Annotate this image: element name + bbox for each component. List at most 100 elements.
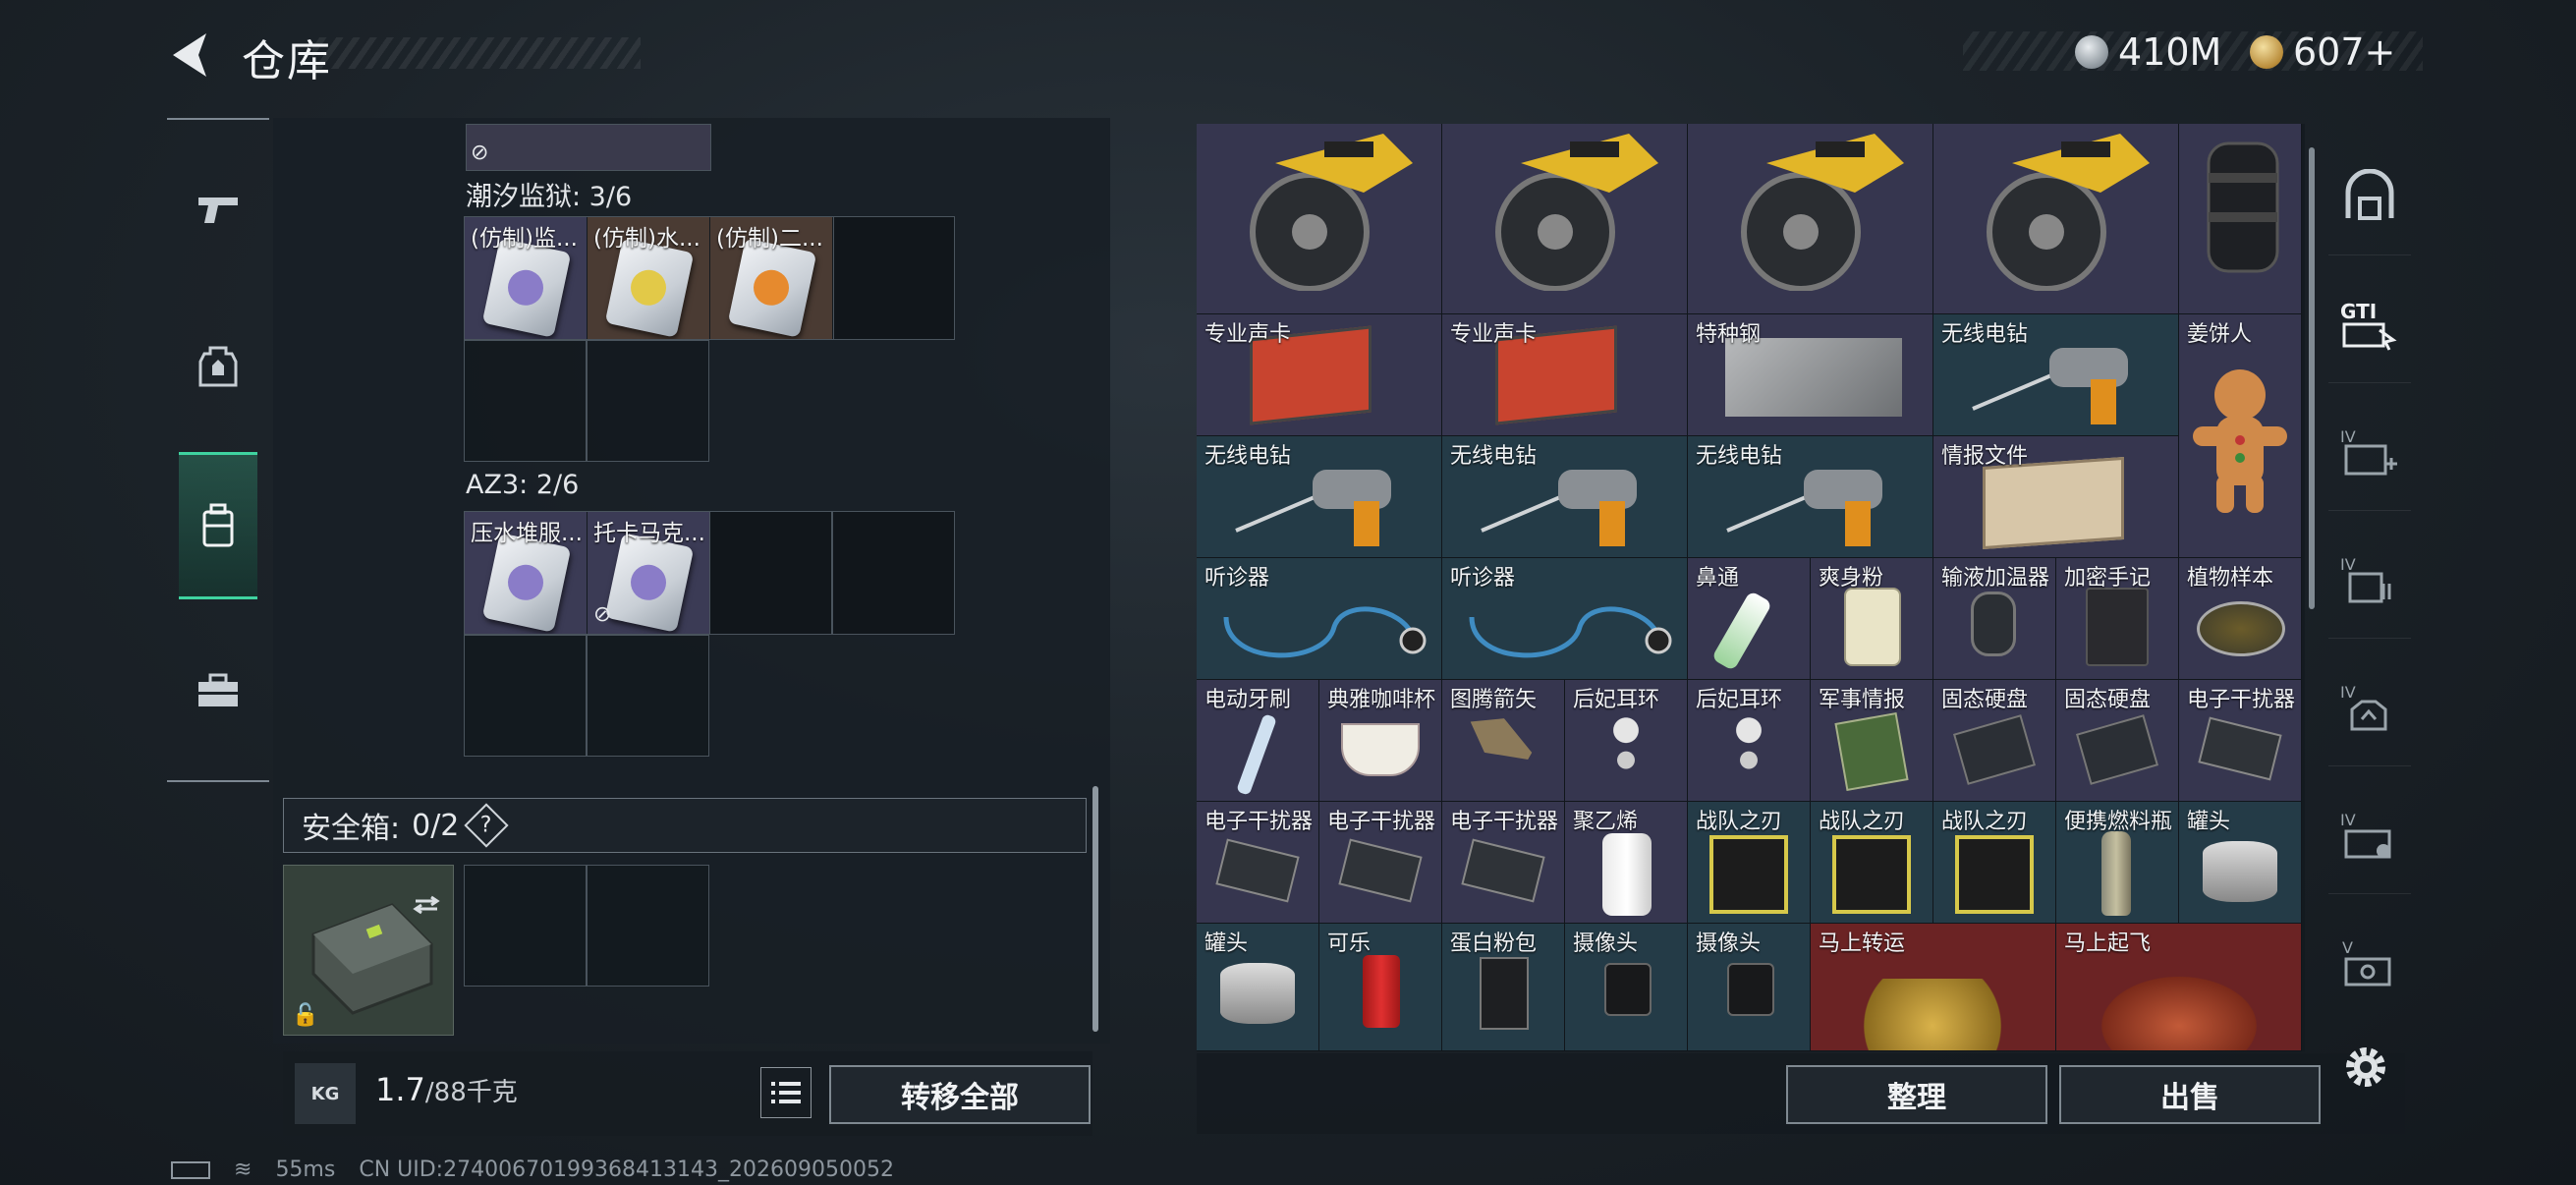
item-camera[interactable]: 摄像头 bbox=[1565, 924, 1688, 1051]
item-stethoscope[interactable]: 听诊器 bbox=[1197, 558, 1442, 680]
empty-slot[interactable] bbox=[587, 340, 709, 462]
transfer-all-button[interactable]: 转移全部 bbox=[829, 1065, 1091, 1124]
item-cola[interactable]: 可乐 bbox=[1319, 924, 1442, 1051]
item-nasal-inhaler[interactable]: 鼻通 bbox=[1688, 558, 1811, 680]
item-team-blade[interactable]: 战队之刃 bbox=[1811, 802, 1933, 924]
empty-slot[interactable] bbox=[832, 511, 955, 635]
item-cordless-drill[interactable]: 无线电钻 bbox=[1933, 314, 2179, 436]
safe-box-count: 0/2 bbox=[412, 808, 460, 843]
item-protein-powder[interactable]: 蛋白粉包 bbox=[1442, 924, 1565, 1051]
group-label-tidal-prison: 潮汐监狱: 3/6 bbox=[466, 182, 633, 212]
item-name: 战队之刃 bbox=[1941, 810, 2029, 834]
item-circular-saw[interactable] bbox=[1197, 124, 1442, 314]
ssd-icon bbox=[1952, 714, 2037, 785]
sidebar-gti[interactable]: GTI bbox=[2328, 265, 2411, 383]
item-jammer[interactable]: 电子干扰器 bbox=[1197, 802, 1319, 924]
partial-item-row[interactable]: ⊘ bbox=[466, 124, 711, 171]
item-name: 罐头 bbox=[2187, 810, 2231, 834]
empty-slot[interactable] bbox=[464, 340, 587, 462]
item-special-steel[interactable]: 特种钢 bbox=[1688, 314, 1933, 436]
tab-backpack[interactable] bbox=[179, 452, 257, 599]
organize-button[interactable]: 整理 bbox=[1786, 1065, 2047, 1124]
gear-icon bbox=[2346, 1047, 2385, 1087]
tab-case[interactable] bbox=[179, 617, 257, 764]
item-tidal-2[interactable]: (仿制)水... bbox=[588, 217, 709, 339]
safe-box-item[interactable]: 🔓 bbox=[283, 865, 454, 1036]
item-encrypted-notes[interactable]: 加密手记 bbox=[2056, 558, 2179, 680]
item-team-blade[interactable]: 战队之刃 bbox=[1688, 802, 1811, 924]
item-name: 特种钢 bbox=[1696, 322, 1762, 347]
help-icon[interactable]: ? bbox=[464, 803, 510, 848]
item-consort-earring[interactable]: 后妃耳环 bbox=[1688, 680, 1811, 802]
item-body-powder[interactable]: 爽身粉 bbox=[1811, 558, 1933, 680]
item-totem-arrow[interactable]: 图腾箭矢 bbox=[1442, 680, 1565, 802]
sidebar-medkit[interactable]: IV bbox=[2328, 393, 2411, 511]
item-plant-sample[interactable]: 植物样本 bbox=[2179, 558, 2302, 680]
item-team-blade[interactable]: 战队之刃 bbox=[1933, 802, 2056, 924]
item-ma-shang-zhuan-yun[interactable]: 马上转运 bbox=[1811, 924, 2056, 1051]
item-circular-saw[interactable] bbox=[1688, 124, 1933, 314]
item-coffee-cup[interactable]: 典雅咖啡杯 bbox=[1319, 680, 1442, 802]
sidebar-gear[interactable]: IV bbox=[2328, 521, 2411, 639]
item-canned-food[interactable]: 罐头 bbox=[2179, 802, 2302, 924]
settings-button[interactable] bbox=[2336, 1038, 2395, 1097]
item-polyethylene[interactable]: 聚乙烯 bbox=[1565, 802, 1688, 924]
item-cordless-drill[interactable]: 无线电钻 bbox=[1688, 436, 1933, 558]
sidebar-case[interactable]: IV bbox=[2328, 776, 2411, 894]
item-az3-2[interactable]: 托卡马克... ⊘ bbox=[588, 512, 709, 634]
safe-slot-1[interactable] bbox=[464, 865, 587, 987]
item-name: 爽身粉 bbox=[1819, 566, 1884, 591]
item-canned-food[interactable]: 罐头 bbox=[1197, 924, 1319, 1051]
item-ma-shang-qi-fei[interactable]: 马上起飞 bbox=[2056, 924, 2302, 1051]
item-cordless-drill[interactable]: 无线电钻 bbox=[1442, 436, 1688, 558]
tab-armor[interactable] bbox=[179, 293, 257, 440]
item-infusion-warmer[interactable]: 输液加温器 bbox=[1933, 558, 2056, 680]
sidebar-backpack[interactable]: IV bbox=[2328, 649, 2411, 766]
album-cover-icon bbox=[1832, 835, 1911, 914]
item-jammer[interactable]: 电子干扰器 bbox=[1442, 802, 1565, 924]
toothbrush-icon bbox=[1236, 713, 1277, 796]
weight-current: 1.7 bbox=[375, 1071, 425, 1108]
item-tidal-3[interactable]: (仿制)二... bbox=[710, 217, 832, 339]
list-view-button[interactable] bbox=[760, 1067, 812, 1118]
back-button[interactable] bbox=[167, 28, 216, 83]
sidebar-vault[interactable] bbox=[2328, 138, 2411, 255]
item-az3-1[interactable]: 压水堆服... bbox=[465, 512, 587, 634]
item-tidal-1[interactable]: (仿制)监... bbox=[465, 217, 587, 339]
item-cordless-drill[interactable]: 无线电钻 bbox=[1197, 436, 1442, 558]
package-icon bbox=[604, 533, 695, 633]
item-sound-card[interactable]: 专业声卡 bbox=[1442, 314, 1688, 436]
empty-slot[interactable] bbox=[709, 511, 832, 635]
item-name: 姜饼人 bbox=[2187, 322, 2253, 347]
item-sound-card[interactable]: 专业声卡 bbox=[1197, 314, 1442, 436]
item-jammer[interactable]: 电子干扰器 bbox=[2179, 680, 2302, 802]
item-camera-lens[interactable] bbox=[2179, 124, 2302, 314]
empty-slot[interactable] bbox=[587, 635, 709, 757]
tab-weapons[interactable] bbox=[179, 136, 257, 283]
item-military-intel[interactable]: 军事情报 bbox=[1811, 680, 1933, 802]
sidebar-case-v[interactable]: V bbox=[2328, 904, 2411, 1022]
item-camera[interactable]: 摄像头 bbox=[1688, 924, 1811, 1051]
item-electric-toothbrush[interactable]: 电动牙刷 bbox=[1197, 680, 1319, 802]
currency-gold[interactable]: 607+ bbox=[2250, 28, 2395, 77]
sell-button[interactable]: 出售 bbox=[2059, 1065, 2321, 1124]
loadout-scrollbar[interactable] bbox=[1092, 786, 1098, 1032]
item-stethoscope[interactable]: 听诊器 bbox=[1442, 558, 1688, 680]
item-name: 可乐 bbox=[1327, 931, 1372, 956]
empty-slot[interactable] bbox=[833, 216, 955, 340]
empty-slot[interactable] bbox=[464, 635, 587, 757]
item-ssd[interactable]: 固态硬盘 bbox=[2056, 680, 2179, 802]
safe-slot-2[interactable] bbox=[587, 865, 709, 987]
item-gingerbread-man[interactable]: 姜饼人 bbox=[2179, 314, 2302, 558]
item-circular-saw[interactable] bbox=[1442, 124, 1688, 314]
warehouse-scrollbar[interactable] bbox=[2309, 147, 2315, 609]
circular-saw-icon bbox=[1741, 134, 1904, 291]
item-jammer[interactable]: 电子干扰器 bbox=[1319, 802, 1442, 924]
item-ssd[interactable]: 固态硬盘 bbox=[1933, 680, 2056, 802]
item-circular-saw[interactable] bbox=[1933, 124, 2179, 314]
package-icon bbox=[481, 238, 572, 338]
item-consort-earring[interactable]: 后妃耳环 bbox=[1565, 680, 1688, 802]
item-intel-file[interactable]: 情报文件 bbox=[1933, 436, 2179, 558]
item-fuel-bottle[interactable]: 便携燃料瓶 bbox=[2056, 802, 2179, 924]
item-name: 专业声卡 bbox=[1450, 322, 1538, 347]
